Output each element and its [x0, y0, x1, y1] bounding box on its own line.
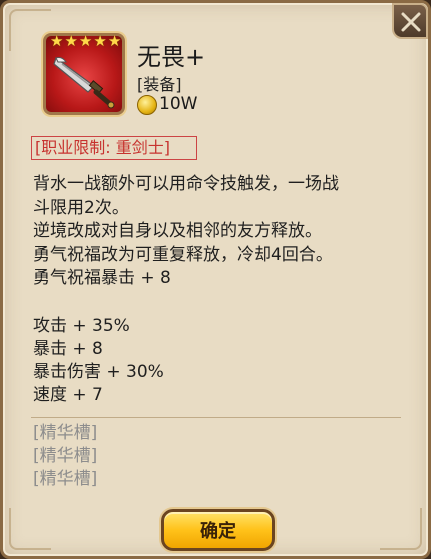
- stat-line: 速度 + 7: [33, 385, 103, 405]
- star-icon: ★: [50, 32, 64, 50]
- confirm-button-label: 确定: [200, 521, 236, 542]
- star-icon: ★: [64, 32, 78, 50]
- stat-line: 暴击 + 8: [33, 339, 103, 359]
- broad-sword-icon: [53, 57, 115, 109]
- item-stats: 攻击 + 35% 暴击 + 8 暴击伤害 + 30% 速度 + 7: [33, 315, 164, 407]
- stat-line: 暴击伤害 + 30%: [33, 362, 164, 382]
- item-type: [装备]: [137, 75, 182, 94]
- item-description: 背水一战额外可以用命令技触发，一场战 斗限用2次。 逆境改成对自身以及相邻的友方…: [33, 173, 339, 291]
- essence-slot: [精华槽]: [33, 469, 98, 489]
- description-line: 逆境改成对自身以及相邻的友方释放。: [33, 221, 322, 241]
- description-line: 背水一战额外可以用命令技触发，一场战: [33, 174, 339, 194]
- essence-slots: [精华槽] [精华槽] [精华槽]: [33, 422, 97, 491]
- stat-line: 攻击 + 35%: [33, 316, 130, 336]
- star-icon: ★: [78, 32, 93, 50]
- close-icon: [401, 12, 421, 32]
- item-detail-panel: ★ ★ ★ ★ ★ 无畏+ [装备] 10W [职业限制: 重剑士] 背水一战额外可以用…: [0, 0, 431, 559]
- coin-icon: [137, 95, 157, 115]
- item-price: 10W: [159, 94, 198, 114]
- class-restriction: [职业限制: 重剑士]: [31, 136, 197, 160]
- close-button[interactable]: [392, 3, 428, 39]
- star-icon: ★: [93, 32, 107, 50]
- star-icon: ★: [107, 32, 122, 50]
- description-line: 勇气祝福改为可重复释放，冷却4回合。: [33, 244, 333, 265]
- frame-ornament: [380, 508, 422, 550]
- description-line: 勇气祝福暴击 + 8: [33, 268, 171, 288]
- star-rating: ★ ★ ★ ★ ★: [50, 34, 121, 49]
- description-line: 斗限用2次。: [33, 197, 129, 218]
- confirm-button[interactable]: 确定: [161, 509, 275, 551]
- essence-slot: [精华槽]: [33, 423, 98, 443]
- item-name: 无畏+: [137, 43, 206, 71]
- essence-slot: [精华槽]: [33, 446, 98, 466]
- frame-ornament: [9, 508, 51, 550]
- item-icon-frame: ★ ★ ★ ★ ★: [43, 33, 125, 115]
- divider: [31, 417, 401, 418]
